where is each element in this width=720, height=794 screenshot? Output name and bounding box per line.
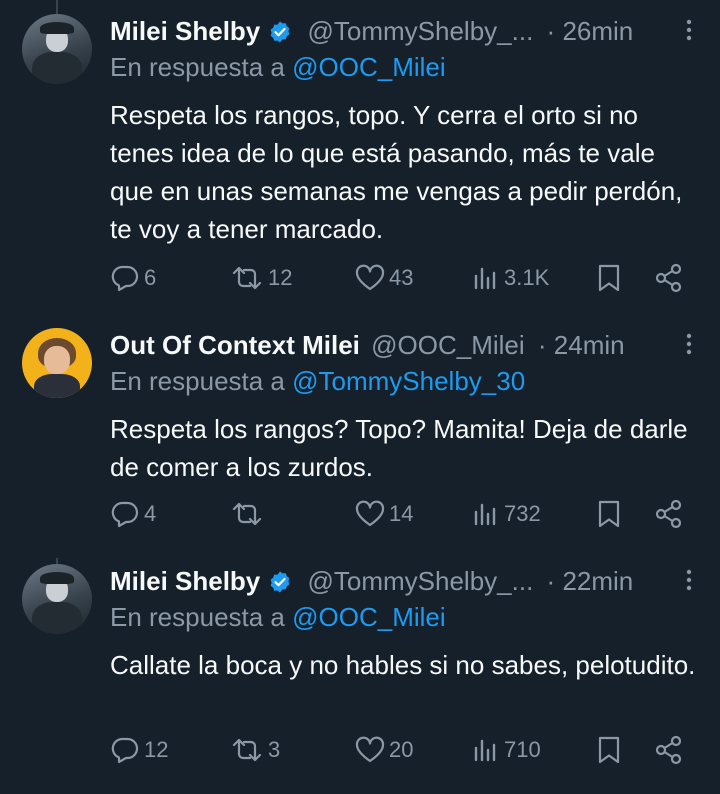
separator: ·	[537, 330, 547, 360]
more-options-icon[interactable]	[686, 18, 692, 47]
verified-badge-icon	[268, 18, 292, 52]
handle[interactable]: @TommyShelby_...	[308, 16, 534, 46]
share-button[interactable]	[654, 730, 684, 770]
views-count: 3.1K	[504, 265, 550, 290]
reply-prefix: En respuesta a	[110, 366, 285, 396]
tweet-actions: 6 12 43 3.1K	[110, 258, 690, 298]
retweet-button[interactable]: 12	[230, 258, 292, 298]
share-icon	[655, 499, 682, 529]
timestamp[interactable]: 24min	[554, 330, 625, 360]
tweet-header: Milei Shelby @TommyShelby_... · 22min	[110, 564, 720, 598]
retweet-icon	[232, 266, 262, 290]
reply-icon	[111, 737, 139, 764]
more-options-icon[interactable]	[686, 568, 692, 597]
heart-icon	[355, 736, 385, 763]
retweet-count: 3	[268, 737, 281, 762]
share-icon	[655, 263, 682, 293]
like-button[interactable]: 14	[355, 494, 413, 534]
reply-mention-link[interactable]: @OOC_Milei	[292, 602, 446, 632]
display-name[interactable]: Out Of Context Milei	[110, 330, 360, 360]
like-button[interactable]: 20	[355, 730, 413, 770]
retweet-icon	[232, 502, 262, 526]
separator: ·	[546, 566, 556, 596]
reply-prefix: En respuesta a	[110, 52, 285, 82]
share-button[interactable]	[654, 494, 684, 534]
reply-count: 4	[144, 501, 157, 526]
separator: ·	[546, 16, 556, 46]
avatar[interactable]	[22, 564, 92, 634]
reply-button[interactable]: 6	[110, 258, 156, 298]
reply-button[interactable]: 4	[110, 494, 156, 534]
reply-mention-link[interactable]: @TommyShelby_30	[292, 366, 525, 396]
bookmark-icon	[598, 500, 620, 528]
share-button[interactable]	[654, 258, 684, 298]
views-button[interactable]: 3.1K	[472, 258, 549, 298]
tweet-header: Out Of Context Milei @OOC_Milei · 24min	[110, 328, 720, 362]
retweet-button[interactable]: 3	[230, 730, 280, 770]
like-button[interactable]: 43	[355, 258, 413, 298]
reply-context: En respuesta a @TommyShelby_30	[110, 364, 525, 398]
retweet-icon	[232, 738, 262, 762]
timestamp[interactable]: 26min	[562, 16, 633, 46]
like-count: 20	[389, 737, 414, 762]
handle[interactable]: @TommyShelby_...	[308, 566, 534, 596]
bookmark-icon	[598, 264, 620, 292]
tweet-text: Respeta los rangos? Topo? Mamita! Deja d…	[110, 414, 688, 482]
tweet[interactable]: Out Of Context Milei @OOC_Milei · 24min …	[0, 328, 720, 548]
avatar[interactable]	[22, 328, 92, 398]
reply-icon	[111, 265, 139, 292]
tweet-text: Respeta los rangos, topo. Y cerra el ort…	[110, 100, 683, 244]
reply-button[interactable]: 12	[110, 730, 168, 770]
views-icon	[474, 739, 496, 762]
timestamp[interactable]: 22min	[562, 566, 633, 596]
tweet-actions: 4 14 732	[110, 494, 690, 534]
retweet-count: 12	[268, 265, 293, 290]
views-icon	[474, 267, 496, 290]
verified-badge-icon	[268, 568, 292, 602]
heart-icon	[355, 500, 385, 527]
reply-count: 6	[144, 265, 157, 290]
tweet-header: Milei Shelby @TommyShelby_... · 26min	[110, 14, 720, 48]
reply-context: En respuesta a @OOC_Milei	[110, 600, 446, 634]
tweet-text: Callate la boca y no hables si no sabes,…	[110, 650, 696, 680]
tweet-actions: 12 3 20 710	[110, 730, 690, 770]
avatar[interactable]	[22, 14, 92, 84]
share-icon	[655, 735, 682, 765]
retweet-button[interactable]	[230, 494, 268, 534]
like-count: 43	[389, 265, 414, 290]
display-name[interactable]: Milei Shelby	[110, 566, 260, 596]
reply-context: En respuesta a @OOC_Milei	[110, 50, 446, 84]
views-count: 710	[504, 737, 541, 762]
bookmark-icon	[598, 736, 620, 764]
views-count: 732	[504, 501, 541, 526]
bookmark-button[interactable]	[596, 258, 622, 298]
more-options-icon[interactable]	[686, 332, 692, 361]
display-name[interactable]: Milei Shelby	[110, 16, 260, 46]
tweet[interactable]: Milei Shelby @TommyShelby_... · 26min En…	[0, 14, 720, 304]
tweet[interactable]: Milei Shelby @TommyShelby_... · 22min En…	[0, 564, 720, 784]
views-icon	[474, 503, 496, 526]
reply-prefix: En respuesta a	[110, 602, 285, 632]
reply-icon	[111, 501, 139, 528]
like-count: 14	[389, 501, 414, 526]
handle[interactable]: @OOC_Milei	[371, 330, 525, 360]
reply-count: 12	[144, 737, 169, 762]
thread-line-top	[56, 0, 58, 14]
reply-mention-link[interactable]: @OOC_Milei	[292, 52, 446, 82]
bookmark-button[interactable]	[596, 730, 622, 770]
views-button[interactable]: 732	[472, 494, 541, 534]
bookmark-button[interactable]	[596, 494, 622, 534]
views-button[interactable]: 710	[472, 730, 541, 770]
heart-icon	[355, 264, 385, 291]
